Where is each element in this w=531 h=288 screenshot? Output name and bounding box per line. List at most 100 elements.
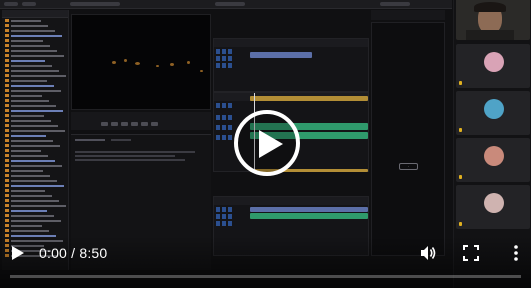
project-file-row[interactable] [5,59,65,63]
project-file-row[interactable] [5,49,65,53]
project-file-row[interactable] [5,164,65,168]
participant-tile[interactable] [456,138,530,182]
project-file-row[interactable] [5,224,65,228]
light [112,61,116,64]
big-play-button[interactable] [234,110,300,176]
project-file-row[interactable] [5,19,65,23]
folder-icon [5,204,9,207]
project-file-row[interactable] [5,204,66,208]
transport-button[interactable] [141,122,148,126]
file-name-line [11,140,53,142]
project-file-row[interactable] [5,139,65,143]
light [124,59,127,62]
timeline-clip[interactable] [250,207,368,212]
project-file-row[interactable] [5,174,65,178]
folder-icon [5,39,9,42]
timeline-clip[interactable] [250,52,312,58]
project-file-row[interactable] [5,109,65,113]
project-file-row[interactable] [5,159,65,163]
participant-tile[interactable] [456,44,530,88]
project-file-row[interactable] [5,119,65,123]
folder-icon [5,104,9,107]
project-file-row[interactable] [5,34,65,38]
effects-tab[interactable] [75,139,105,141]
transport-button[interactable] [111,122,118,126]
file-name-line [11,215,54,217]
editor-menu-bar [0,0,452,9]
project-file-row[interactable] [5,229,65,233]
folder-icon [5,164,9,167]
project-file-row[interactable] [5,104,65,108]
project-file-row[interactable] [5,94,65,98]
track-controls[interactable] [216,49,248,54]
project-file-row[interactable] [5,219,65,223]
volume-button[interactable] [419,244,437,262]
presenter-hair [474,2,506,12]
file-name-line [11,180,57,182]
project-file-row[interactable] [5,184,65,188]
project-file-row[interactable] [5,199,65,203]
project-file-row[interactable] [5,114,65,118]
project-file-row[interactable] [5,24,65,28]
project-file-row[interactable] [5,44,65,48]
audio-clip[interactable] [250,213,368,219]
project-file-row[interactable] [5,214,65,218]
transport-button[interactable] [151,122,158,126]
folder-icon [5,229,9,232]
progress-bar[interactable] [10,275,521,278]
play-button[interactable] [11,245,25,261]
avatar [484,99,504,119]
project-file-row[interactable] [5,124,65,128]
project-file-row[interactable] [5,29,65,33]
file-name-line [11,120,51,122]
project-file-row[interactable] [5,74,66,78]
folder-icon [5,119,9,122]
track-controls[interactable] [216,214,248,219]
track-controls[interactable] [216,221,248,226]
file-name-line [11,210,47,212]
file-name-line [11,230,49,232]
project-file-row[interactable] [5,189,65,193]
project-file-row[interactable] [5,79,65,83]
project-file-row[interactable] [5,39,65,43]
file-name-line [11,35,62,37]
project-file-row[interactable] [5,54,65,58]
presenter-shirt [466,30,514,40]
menu-item [215,2,245,6]
project-file-row[interactable] [5,194,65,198]
project-file-row[interactable] [5,144,65,148]
project-file-row[interactable] [5,149,65,153]
transport-button[interactable] [131,122,138,126]
project-file-row[interactable] [5,209,65,213]
duration: 8:50 [79,245,108,261]
transport-button[interactable] [121,122,128,126]
file-name-line [11,200,59,202]
inspector-badge[interactable]: - [399,163,418,170]
fullscreen-button[interactable] [463,245,479,261]
project-file-row[interactable] [5,69,65,73]
track-controls[interactable] [216,63,248,68]
video-clip[interactable] [250,96,368,101]
project-file-list [2,19,68,258]
file-name-line [11,125,58,127]
track-controls[interactable] [216,207,248,212]
track-controls[interactable] [216,103,248,108]
project-file-row[interactable] [5,99,65,103]
project-file-row[interactable] [5,169,65,173]
participant-tile[interactable] [456,185,530,229]
track-controls[interactable] [216,56,248,61]
project-file-row[interactable] [5,154,65,158]
mic-icon [459,128,462,132]
more-options-button[interactable] [513,244,519,262]
project-file-row[interactable] [5,134,65,138]
transport-button[interactable] [101,122,108,126]
effects-tab[interactable] [111,139,131,141]
fullscreen-icon [463,245,479,261]
project-file-row[interactable] [5,64,65,68]
project-file-row[interactable] [5,129,65,133]
project-file-row[interactable] [5,89,65,93]
project-file-row[interactable] [5,179,65,183]
project-file-row[interactable] [5,84,65,88]
participant-tile[interactable] [456,91,530,135]
project-panel-header [2,10,68,18]
